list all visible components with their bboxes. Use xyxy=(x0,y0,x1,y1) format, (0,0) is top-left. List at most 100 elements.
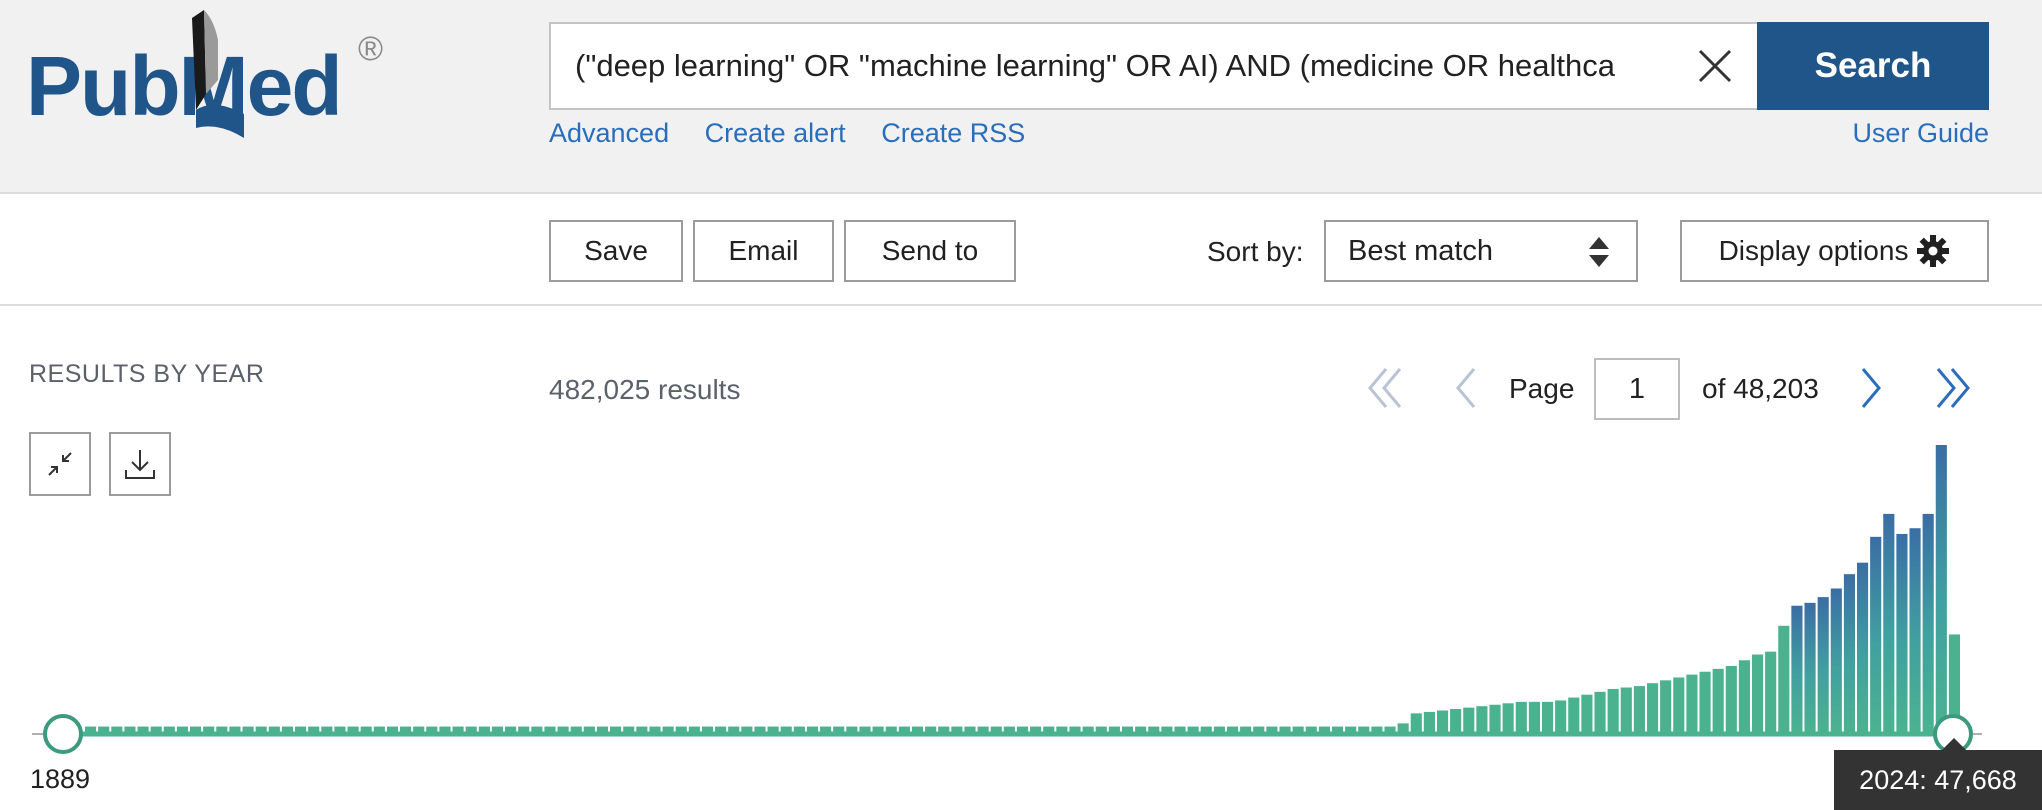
bar-1988[interactable] xyxy=(1384,726,1396,732)
bar-1923[interactable] xyxy=(531,726,543,732)
bar-1910[interactable] xyxy=(360,726,372,732)
results-by-year-chart[interactable] xyxy=(0,420,2042,810)
bar-1924[interactable] xyxy=(544,726,556,732)
bar-1961[interactable] xyxy=(1030,726,1042,732)
bar-1935[interactable] xyxy=(688,726,700,732)
bar-2001[interactable] xyxy=(1555,700,1567,732)
bar-1892[interactable] xyxy=(124,726,136,732)
bar-1891[interactable] xyxy=(111,726,123,732)
email-button[interactable]: Email xyxy=(693,220,834,282)
last-page-icon[interactable] xyxy=(1932,355,1972,421)
bar-1978[interactable] xyxy=(1253,726,1265,732)
bar-1921[interactable] xyxy=(505,726,517,732)
bar-1900[interactable] xyxy=(229,726,241,732)
bar-1971[interactable] xyxy=(1161,726,1173,732)
bar-2029[interactable] xyxy=(1922,513,1934,732)
bar-1972[interactable] xyxy=(1174,726,1186,732)
bar-1959[interactable] xyxy=(1003,726,1015,732)
bar-1943[interactable] xyxy=(793,726,805,732)
bar-1937[interactable] xyxy=(715,726,727,732)
create-rss-link[interactable]: Create RSS xyxy=(881,118,1025,148)
previous-page-icon[interactable] xyxy=(1452,355,1482,421)
bar-1944[interactable] xyxy=(806,726,819,732)
bar-1932[interactable] xyxy=(649,726,661,732)
bar-1953[interactable] xyxy=(925,726,937,732)
bar-1973[interactable] xyxy=(1187,726,1199,732)
page-number-input[interactable]: 1 xyxy=(1594,358,1680,420)
bar-2004[interactable] xyxy=(1594,691,1606,732)
clear-search-button[interactable] xyxy=(1672,24,1758,108)
bar-1934[interactable] xyxy=(675,726,687,732)
bar-1936[interactable] xyxy=(701,726,714,732)
next-page-icon[interactable] xyxy=(1855,355,1885,421)
bar-1890[interactable] xyxy=(98,726,110,732)
bar-1919[interactable] xyxy=(478,726,490,732)
bar-1955[interactable] xyxy=(951,726,963,732)
search-button[interactable]: Search xyxy=(1757,22,1989,110)
bar-2012[interactable] xyxy=(1699,671,1711,732)
bar-1896[interactable] xyxy=(176,726,189,732)
bar-1914[interactable] xyxy=(413,726,425,732)
bar-1962[interactable] xyxy=(1043,726,1055,732)
bar-1897[interactable] xyxy=(190,726,202,732)
bar-1899[interactable] xyxy=(216,726,228,732)
user-guide-link[interactable]: User Guide xyxy=(1852,118,1989,149)
send-to-button[interactable]: Send to xyxy=(844,220,1016,282)
bar-2025[interactable] xyxy=(1870,536,1882,732)
bar-1947[interactable] xyxy=(846,726,858,732)
bar-2023[interactable] xyxy=(1843,574,1855,732)
bar-1942[interactable] xyxy=(780,726,792,732)
bar-1893[interactable] xyxy=(137,726,149,732)
bar-1945[interactable] xyxy=(820,726,832,732)
bar-2016[interactable] xyxy=(1751,654,1764,732)
bar-2007[interactable] xyxy=(1633,686,1645,732)
bar-2006[interactable] xyxy=(1620,687,1632,732)
bar-1930[interactable] xyxy=(623,726,635,732)
bar-1990[interactable] xyxy=(1410,713,1422,733)
bar-1965[interactable] xyxy=(1082,726,1094,732)
bar-1928[interactable] xyxy=(596,726,609,732)
bar-1986[interactable] xyxy=(1358,726,1370,732)
bar-1979[interactable] xyxy=(1266,726,1278,732)
bar-1951[interactable] xyxy=(898,726,910,732)
bar-1993[interactable] xyxy=(1450,709,1462,732)
bar-1999[interactable] xyxy=(1528,701,1540,732)
display-options-button[interactable]: Display options xyxy=(1680,220,1989,282)
bar-2028[interactable] xyxy=(1909,528,1921,732)
bar-1941[interactable] xyxy=(767,726,779,732)
bar-1926[interactable] xyxy=(570,726,582,732)
save-button[interactable]: Save xyxy=(549,220,683,282)
bar-1889[interactable] xyxy=(85,726,97,732)
bar-1977[interactable] xyxy=(1240,726,1252,732)
first-page-icon[interactable] xyxy=(1366,355,1406,421)
bar-1985[interactable] xyxy=(1345,726,1357,732)
bar-2000[interactable] xyxy=(1541,701,1554,732)
bar-2009[interactable] xyxy=(1660,680,1672,732)
bar-1911[interactable] xyxy=(373,726,385,732)
bar-1998[interactable] xyxy=(1515,701,1527,732)
bar-1915[interactable] xyxy=(426,726,438,732)
bar-1987[interactable] xyxy=(1371,726,1383,732)
bar-1909[interactable] xyxy=(347,726,359,732)
bar-2013[interactable] xyxy=(1712,668,1724,732)
bar-1938[interactable] xyxy=(728,726,740,732)
search-input[interactable]: ("deep learning" OR "machine learning" O… xyxy=(549,22,1757,110)
bar-2026[interactable] xyxy=(1883,513,1895,732)
bar-1907[interactable] xyxy=(321,726,333,732)
bar-1946[interactable] xyxy=(833,726,845,732)
advanced-link[interactable]: Advanced xyxy=(549,118,669,148)
bar-1917[interactable] xyxy=(452,726,464,732)
bar-1916[interactable] xyxy=(439,726,451,732)
range-handle-start[interactable] xyxy=(43,714,83,754)
bar-1984[interactable] xyxy=(1331,726,1344,732)
bar-1949[interactable] xyxy=(872,726,884,732)
bar-2027[interactable] xyxy=(1896,533,1908,732)
bar-1983[interactable] xyxy=(1318,726,1330,732)
bar-1904[interactable] xyxy=(281,726,294,732)
bar-1967[interactable] xyxy=(1108,726,1120,732)
bar-1970[interactable] xyxy=(1148,726,1160,732)
bar-2015[interactable] xyxy=(1738,660,1750,732)
bar-2017[interactable] xyxy=(1765,651,1777,732)
bar-1995[interactable] xyxy=(1476,706,1488,732)
bar-1958[interactable] xyxy=(990,726,1002,732)
